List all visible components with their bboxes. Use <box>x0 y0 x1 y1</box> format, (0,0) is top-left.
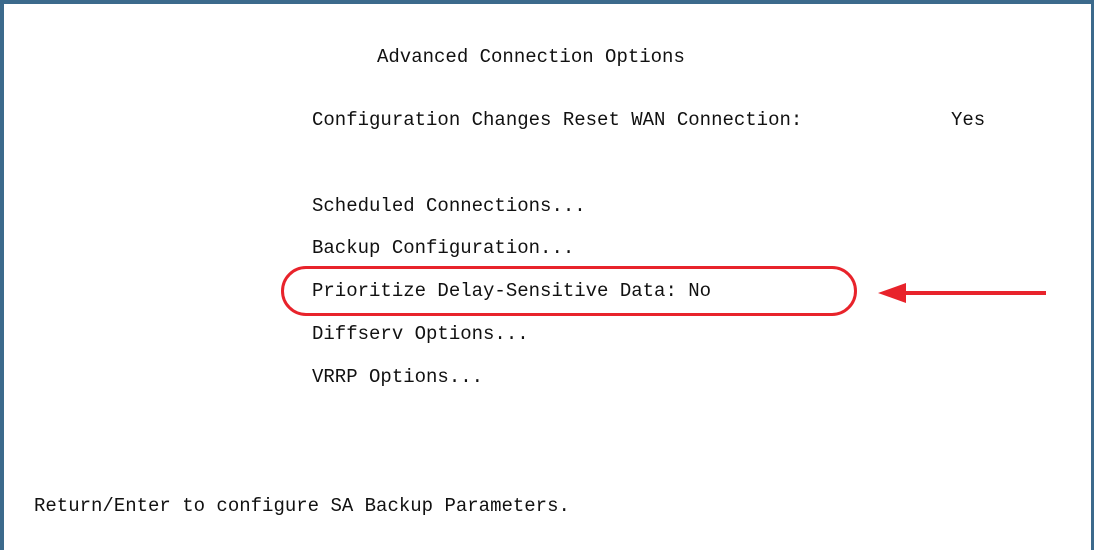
menu-item-scheduled-connections[interactable]: Scheduled Connections... <box>312 194 586 218</box>
menu-item-vrrp-options[interactable]: VRRP Options... <box>312 365 483 389</box>
arrow-left-icon <box>878 283 1046 303</box>
reset-wan-value[interactable]: Yes <box>951 108 985 132</box>
highlight-ring <box>281 266 857 316</box>
menu-item-diffserv-options[interactable]: Diffserv Options... <box>312 322 529 346</box>
page-title: Advanced Connection Options <box>377 46 685 68</box>
menu-item-backup-configuration[interactable]: Backup Configuration... <box>312 236 574 260</box>
reset-wan-label: Configuration Changes Reset WAN Connecti… <box>312 109 803 131</box>
terminal-window: Advanced Connection Options Configuratio… <box>0 0 1094 550</box>
status-line: Return/Enter to configure SA Backup Para… <box>34 495 570 517</box>
